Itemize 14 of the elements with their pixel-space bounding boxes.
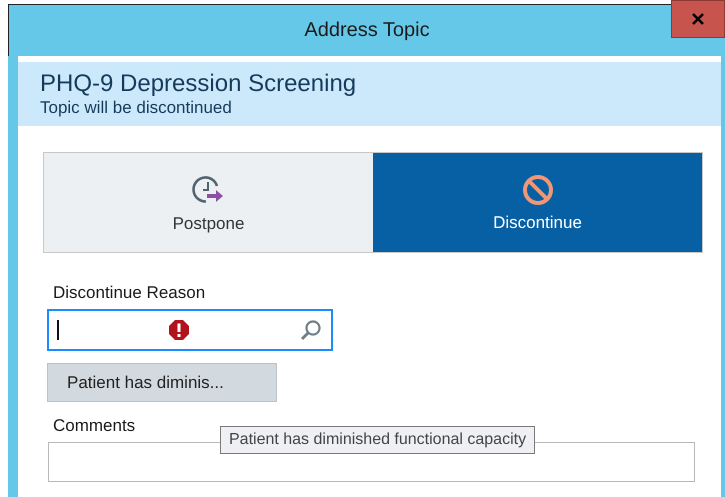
close-icon	[692, 13, 704, 25]
reason-search-field[interactable]	[47, 309, 333, 351]
search-icon	[299, 318, 323, 342]
reason-chip[interactable]: Patient has diminis...	[47, 363, 277, 402]
prohibited-icon	[520, 172, 554, 206]
postpone-button[interactable]: Postpone	[44, 153, 373, 252]
discontinue-button[interactable]: Discontinue	[373, 153, 702, 252]
field-label: Comments	[53, 416, 136, 436]
tooltip: Patient has diminished functional capacity	[220, 426, 536, 454]
field-label: Discontinue Reason	[53, 283, 206, 303]
window-title: Address Topic	[304, 19, 430, 42]
topic-status: Topic will be discontinued	[40, 98, 233, 118]
close-button[interactable]	[671, 0, 725, 38]
topic-title: PHQ-9 Depression Screening	[40, 70, 358, 98]
